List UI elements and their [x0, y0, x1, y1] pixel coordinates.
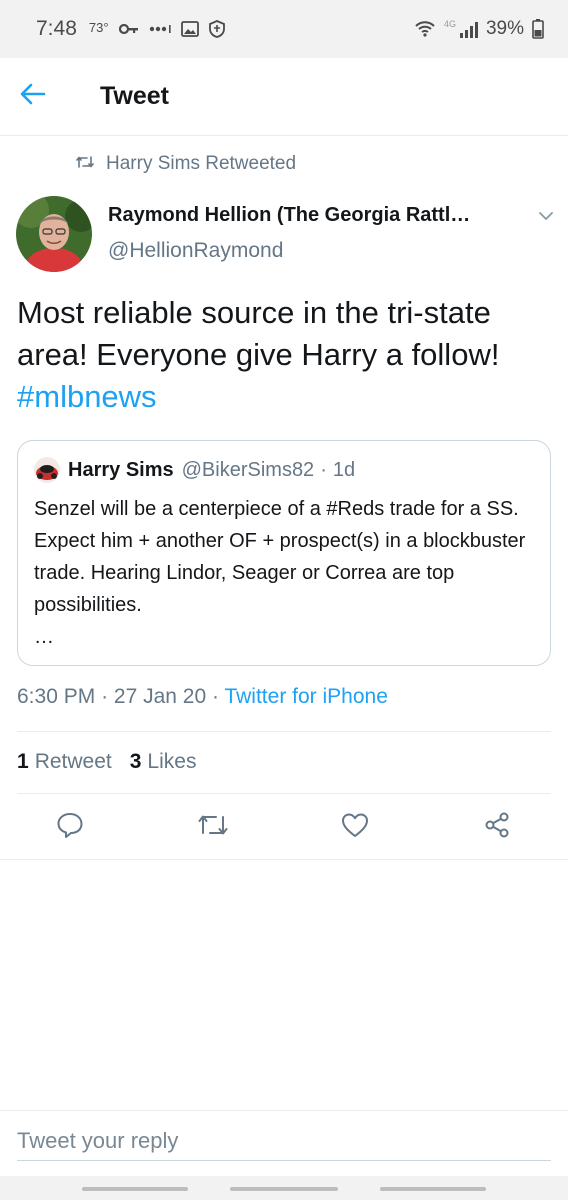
- quoted-tweet-text: Senzel will be a centerpiece of a #Reds …: [34, 493, 539, 653]
- page-title: Tweet: [100, 82, 169, 110]
- meta-separator: ·: [101, 685, 109, 708]
- divider: [17, 731, 551, 732]
- tweet-meta: 6:30 PM · 27 Jan 20 · Twitter for iPhone: [17, 685, 388, 709]
- tweet-menu-button[interactable]: [538, 208, 554, 226]
- retweets-stat[interactable]: 1 Retweet: [17, 750, 112, 774]
- status-bar: 7:48 73° 4G 39%: [0, 0, 568, 58]
- reply-button[interactable]: [55, 812, 85, 842]
- share-icon: [483, 811, 511, 844]
- heart-icon: [341, 812, 369, 843]
- author-avatar[interactable]: [16, 196, 92, 272]
- back-button[interactable]: [20, 77, 80, 117]
- nav-back[interactable]: [380, 1187, 486, 1191]
- more-notifications-icon: [149, 24, 171, 34]
- tweet-text: Most reliable source in the tri-state ar…: [17, 292, 557, 418]
- like-button[interactable]: [340, 812, 370, 842]
- tweet-body: Most reliable source in the tri-state ar…: [17, 295, 500, 372]
- quoted-tweet-header: Harry Sims @BikerSims82 · 1d: [34, 457, 355, 483]
- quoted-tweet-age: 1d: [332, 458, 356, 481]
- tweet-actions: [0, 794, 568, 860]
- tweet-time: 6:30 PM: [17, 685, 96, 708]
- system-nav-bar: [0, 1176, 568, 1200]
- status-temperature: 73°: [88, 19, 109, 35]
- battery-percent: 39%: [485, 18, 524, 39]
- quoted-author-avatar: [34, 457, 60, 483]
- nav-recent-apps[interactable]: [82, 1187, 188, 1191]
- quoted-tweet-card[interactable]: Harry Sims @BikerSims82 · 1d Senzel will…: [17, 440, 551, 666]
- chevron-down-icon: [538, 208, 554, 225]
- quoted-separator: ·: [320, 458, 327, 481]
- battery-icon: [532, 19, 544, 39]
- author-name[interactable]: Raymond Hellion (The Georgia Rattl…: [108, 204, 523, 227]
- likes-label: Likes: [147, 750, 197, 773]
- tweet-stats: 1 Retweet 3 Likes: [17, 750, 196, 774]
- network-type-label: 4G: [444, 19, 456, 29]
- quoted-tweet-body: Senzel will be a centerpiece of a #Reds …: [34, 498, 526, 616]
- share-button[interactable]: [482, 812, 512, 842]
- gallery-icon: [180, 21, 199, 37]
- tweet-author: Raymond Hellion (The Georgia Rattl… @Hel…: [16, 194, 556, 274]
- meta-separator: ·: [212, 685, 219, 708]
- quoted-author-name: Harry Sims: [68, 458, 174, 481]
- signal-icon: 4G: [444, 19, 478, 39]
- shield-icon: [208, 20, 225, 38]
- tweet-source-link[interactable]: Twitter for iPhone: [224, 685, 387, 708]
- likes-count: 3: [129, 750, 142, 773]
- author-handle[interactable]: @HellionRaymond: [108, 239, 283, 263]
- retweet-icon: [76, 153, 94, 175]
- reply-icon: [56, 811, 84, 844]
- reply-input[interactable]: [17, 1121, 551, 1161]
- tweet-hashtag-link[interactable]: #mlbnews: [17, 379, 157, 414]
- quoted-tweet-more: …: [34, 626, 54, 648]
- likes-stat[interactable]: 3 Likes: [130, 750, 197, 774]
- back-arrow-icon: [20, 83, 46, 110]
- retweet-button[interactable]: [198, 812, 228, 842]
- top-app-bar: Tweet: [0, 58, 568, 136]
- wifi-icon: [414, 18, 436, 40]
- retweet-icon: [198, 813, 228, 842]
- retweet-context[interactable]: Harry Sims Retweeted: [76, 153, 296, 175]
- quoted-author-handle: @BikerSims82: [181, 458, 315, 481]
- retweet-context-label: Harry Sims Retweeted: [106, 153, 297, 174]
- tweet-date: 27 Jan 20: [113, 685, 207, 708]
- nav-home[interactable]: [230, 1187, 338, 1191]
- retweets-count: 1: [17, 750, 29, 773]
- retweets-label: Retweet: [34, 750, 112, 773]
- status-time: 7:48: [36, 17, 77, 40]
- key-icon: [118, 23, 139, 35]
- reply-bar: [0, 1110, 568, 1172]
